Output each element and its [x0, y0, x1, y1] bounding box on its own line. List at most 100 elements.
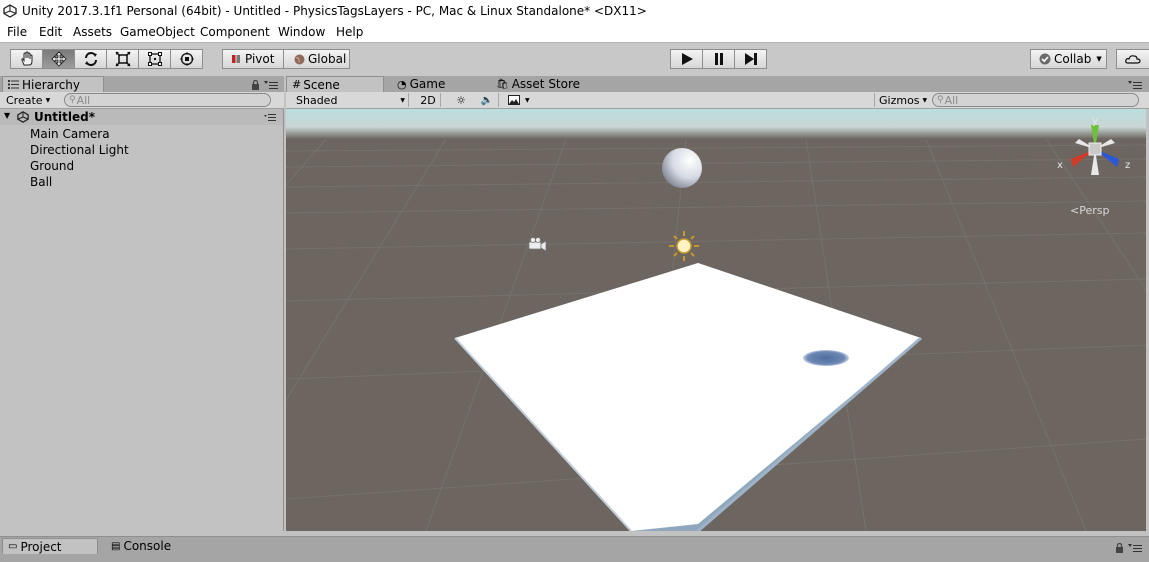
menu-edit[interactable]: Edit: [39, 25, 62, 39]
main-toolbar: Pivot Global Collab ▼: [0, 42, 1149, 77]
dropdown-arrow-icon: ▼: [1096, 55, 1102, 63]
shading-mode-dropdown[interactable]: Shaded ▼: [290, 93, 409, 107]
menu-component[interactable]: Component: [200, 25, 270, 39]
shading-mode-label: Shaded: [296, 93, 338, 107]
tab-asset-store-label: Asset Store: [511, 77, 581, 91]
list-icon: [8, 80, 19, 89]
create-dropdown[interactable]: Create ▼: [6, 93, 50, 107]
persp-label: Persp: [1079, 204, 1110, 217]
tab-scene[interactable]: # Scene: [286, 76, 384, 92]
hand-icon: [20, 51, 32, 66]
menu-window[interactable]: Window: [278, 25, 325, 39]
tab-scene-label: Scene: [303, 77, 340, 92]
persp-label-container[interactable]: <Persp: [1070, 204, 1109, 217]
unity-scene-icon: [17, 111, 29, 123]
scene-tab-bar: # Scene ◔ Game 🛍 Asset Store: [286, 76, 1149, 92]
transform-tool-button[interactable]: [170, 49, 203, 69]
step-icon: [744, 53, 757, 65]
hierarchy-search-input[interactable]: ⚲ All: [64, 93, 271, 107]
transform-icon: [179, 52, 194, 66]
menu-help[interactable]: Help: [336, 25, 363, 39]
hierarchy-item-ground[interactable]: Ground: [30, 159, 74, 173]
scene-search-placeholder: All: [944, 93, 959, 107]
mode-2d-toggle[interactable]: 2D: [416, 93, 441, 107]
scene-menu-icon[interactable]: [264, 113, 276, 121]
audio-toggle[interactable]: 🔈: [476, 93, 499, 107]
expand-arrow-icon[interactable]: ▼: [4, 111, 10, 120]
scale-tool-button[interactable]: [106, 49, 139, 69]
window-title: Unity 2017.3.1f1 Personal (64bit) - Unti…: [22, 4, 647, 18]
global-toggle-button[interactable]: Global: [283, 49, 350, 69]
console-icon: ▤: [111, 540, 121, 552]
search-icon: ⚲: [69, 95, 76, 105]
lock-icon[interactable]: [251, 80, 260, 90]
scene-root-row[interactable]: ▼ Untitled*: [0, 109, 283, 125]
hierarchy-item-main-camera[interactable]: Main Camera: [30, 127, 110, 141]
folder-icon: ▭: [8, 541, 18, 552]
tab-hierarchy[interactable]: Hierarchy: [2, 76, 104, 92]
hierarchy-item-ball[interactable]: Ball: [30, 175, 52, 189]
lighting-toggle[interactable]: ☼: [450, 93, 472, 107]
move-arrows-icon: [50, 51, 67, 67]
hierarchy-tab-bar: Hierarchy: [0, 76, 284, 92]
speaker-icon: 🔈: [480, 94, 494, 106]
globe-icon: [294, 54, 305, 64]
title-bar: Unity 2017.3.1f1 Personal (64bit) - Unti…: [0, 0, 1149, 22]
global-label: Global: [308, 52, 347, 66]
panel-menu-icon[interactable]: [264, 81, 278, 89]
collab-label: Collab: [1054, 52, 1092, 66]
cloud-button[interactable]: [1116, 49, 1149, 69]
pivot-label: Pivot: [245, 52, 275, 66]
image-effects-icon: [508, 95, 520, 105]
rect-tool-button[interactable]: [138, 49, 171, 69]
tab-game-label: Game: [409, 77, 446, 91]
sun-icon: ☼: [456, 93, 466, 107]
collab-dropdown[interactable]: Collab ▼: [1030, 49, 1107, 69]
gizmos-dropdown[interactable]: Gizmos ▼: [874, 93, 927, 107]
panel-menu-icon[interactable]: [1128, 81, 1142, 89]
check-circle-icon: [1039, 53, 1051, 65]
hierarchy-toolbar: Create ▼ ⚲ All: [0, 92, 284, 109]
rect-transform-icon: [147, 52, 162, 66]
tab-console[interactable]: ▤ Console: [106, 538, 196, 554]
step-button[interactable]: [734, 49, 767, 69]
effects-dropdown[interactable]: ▼: [506, 93, 536, 107]
mode-2d-label: 2D: [420, 93, 436, 107]
rotate-tool-button[interactable]: [74, 49, 107, 69]
axis-x-label: x: [1057, 160, 1063, 171]
play-button[interactable]: [670, 49, 703, 69]
pause-button[interactable]: [702, 49, 735, 69]
bag-icon: 🛍: [496, 78, 509, 90]
dropdown-arrow-icon: ▼: [45, 96, 51, 104]
tab-project-label: Project: [20, 539, 62, 554]
panel-menu-icon[interactable]: [1128, 544, 1142, 552]
orientation-gizmo[interactable]: y x z: [1053, 115, 1133, 191]
scene-viewport[interactable]: y x z <Persp: [286, 109, 1146, 531]
lock-icon[interactable]: [1115, 543, 1124, 553]
axis-y-label: y: [1092, 116, 1098, 127]
hierarchy-panel: ▼ Untitled* Main Camera Directional Ligh…: [0, 109, 284, 531]
scene-name: Untitled*: [34, 110, 95, 124]
gizmos-label: Gizmos: [879, 93, 920, 107]
search-icon: ⚲: [937, 95, 944, 105]
menu-gameobject[interactable]: GameObject: [120, 25, 195, 39]
tab-project[interactable]: ▭ Project: [2, 538, 98, 554]
scene-toolbar: Shaded ▼ 2D ☼ 🔈 ▼ Gizmos ▼ ⚲ All: [286, 92, 1149, 109]
hierarchy-search-placeholder: All: [76, 93, 91, 107]
tab-hierarchy-label: Hierarchy: [22, 77, 81, 92]
pause-icon: [714, 53, 723, 65]
tab-asset-store[interactable]: 🛍 Asset Store: [491, 76, 611, 92]
menu-file[interactable]: File: [7, 25, 27, 39]
pacman-icon: ◔: [397, 77, 407, 91]
hierarchy-item-directional-light[interactable]: Directional Light: [30, 143, 129, 157]
scene-search-input[interactable]: ⚲ All: [932, 93, 1139, 107]
scale-icon: [114, 51, 131, 67]
move-tool-button[interactable]: [42, 49, 75, 69]
chevron-left-icon: <: [1070, 204, 1080, 217]
pivot-toggle-button[interactable]: Pivot: [222, 49, 284, 69]
hand-tool-button[interactable]: [10, 49, 43, 69]
menu-assets[interactable]: Assets: [73, 25, 112, 39]
rotate-icon: [84, 52, 97, 66]
tab-game[interactable]: ◔ Game: [392, 76, 482, 92]
axis-z-label: z: [1125, 160, 1130, 171]
